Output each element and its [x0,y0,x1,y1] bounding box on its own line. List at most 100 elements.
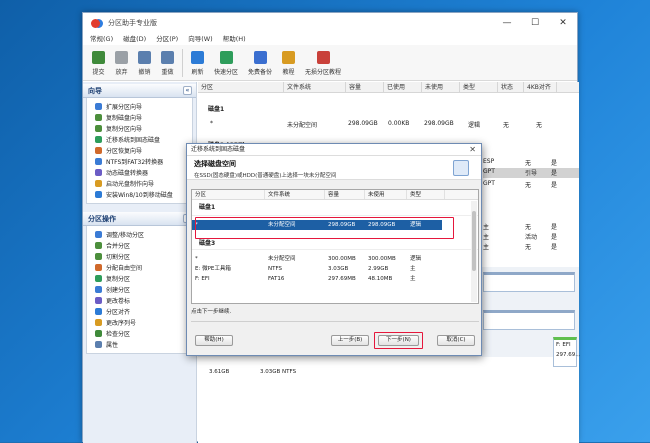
menu-partition[interactable]: 分区(P) [151,33,183,45]
disk-migrate-icon [453,160,469,176]
menu-bar: 常规(G) 磁盘(D) 分区(P) 向导(W) 帮助(H) [83,33,577,45]
help-button[interactable]: 帮助(H) [195,335,233,346]
op-check[interactable]: 检查分区 [87,328,192,339]
sidebar-item-extend-partition[interactable]: 扩展分区向导 [87,101,192,112]
wizard-icon [95,136,102,143]
disk-space-table: 分区 文件系统 容量 未使用 类型 磁盘1 * 未分配空间 298.09GB 2… [191,189,479,304]
minimize-button[interactable]: — [493,13,521,33]
op-icon [95,286,102,293]
op-icon [95,242,102,249]
dialog-disk1-label: 磁盘1 [192,200,478,216]
col-used[interactable]: 已使用 [384,82,422,92]
quick-partition-icon [219,50,233,64]
disk1-label: 磁盘1 [208,106,225,113]
sidebar-item-dynamic-disk[interactable]: 动态磁盘转换器 [87,167,192,178]
redo-icon [161,50,174,64]
wizard-icon [95,103,102,110]
op-copy[interactable]: 复制分区 [87,273,192,284]
dialog-status-text: 点击下一步继续. [191,309,232,315]
op-change-serial[interactable]: 更改序列号 [87,317,192,328]
back-button[interactable]: 上一步(B) [331,335,369,346]
sidebar-item-copy-partition[interactable]: 复制分区向导 [87,123,192,134]
app-logo-icon [91,18,100,28]
op-icon [95,231,102,238]
wizard-icon [95,125,102,132]
op-properties[interactable]: 属性 [87,339,192,350]
wizard-icon [95,114,102,121]
menu-disk[interactable]: 磁盘(D) [118,33,151,45]
disk2-partition-row[interactable]: GPT 引导是 [483,168,579,178]
tutorial-button[interactable]: 教程 [277,45,300,81]
sidebar-item-boot-cd[interactable]: 启动光盘制作向导 [87,178,192,189]
col-filesystem[interactable]: 文件系统 [284,82,346,92]
collapse-wizard-icon[interactable]: « [183,86,192,95]
dcol-type[interactable]: 类型 [407,190,445,199]
sidebar-item-ntfs-fat32[interactable]: NTFS到FAT32转换器 [87,156,192,167]
partition-table-header: 分区 文件系统 容量 已使用 未使用 类型 状态 4KB对齐 [198,82,579,93]
op-change-label[interactable]: 更改卷标 [87,295,192,306]
sidebar-item-migrate-os[interactable]: 迁移系统到固态磁盘 [87,134,192,145]
refresh-button[interactable]: 刷新 [186,45,209,81]
sidebar-item-windows-to-go[interactable]: 安装Win8/10到移动磁盘 [87,189,192,200]
op-icon [95,308,102,315]
col-partition[interactable]: 分区 [198,82,284,92]
dcol-capacity[interactable]: 容量 [325,190,365,199]
menu-help[interactable]: 帮助(H) [218,33,251,45]
dialog-heading: 选择磁盘空间 [194,160,236,168]
disk-space-table-header: 分区 文件系统 容量 未使用 类型 [192,190,478,200]
dialog-scrollbar[interactable] [471,201,477,302]
col-4k-align[interactable]: 4KB对齐 [524,82,557,92]
redo-button[interactable]: 重做 [156,45,179,81]
sidebar-item-partition-recovery[interactable]: 分区恢复向导 [87,145,192,156]
selected-row-highlight [195,217,454,239]
window-title: 分区助手专业版 [108,19,157,27]
menu-wizard[interactable]: 向导(W) [183,33,218,45]
toolbar: 提交 放弃 撤销 重做 刷新 快速分区 免费备份 教程 无损分区教程 [83,45,577,81]
op-icon [95,297,102,304]
maximize-button[interactable]: ☐ [521,13,549,33]
quick-partition-button[interactable]: 快速分区 [209,45,243,81]
op-merge[interactable]: 合并分区 [87,240,192,251]
undo-button[interactable]: 撤销 [133,45,156,81]
op-allocate-free-space[interactable]: 分配自由空间 [87,262,192,273]
commit-button[interactable]: 提交 [87,45,110,81]
disk-map-bar[interactable] [483,310,575,330]
dialog-subheading: 在SSD(固态硬盘)或HDD(普通硬盘)上选择一块未分配空间 [194,173,337,179]
scrollbar-thumb[interactable] [472,211,476,271]
dialog-row[interactable]: * 未分配空间 300.00MB 300.00MB 逻辑 [192,254,478,264]
ops-panel-header: 分区操作« [83,212,196,226]
disk1-partition-row[interactable]: * 未分配空间 298.09GB 0.00KB 298.09GB 逻辑 无 无 [198,120,579,130]
op-create[interactable]: 创建分区 [87,284,192,295]
dialog-row[interactable]: F: EFI FAT16 297.69MB 48.10MB 主 [192,274,478,284]
migrate-os-dialog: 迁移系统到固态磁盘 ✕ 选择磁盘空间 在SSD(固态硬盘)或HDD(普通硬盘)上选… [186,143,482,356]
cancel-button[interactable]: 取消(C) [437,335,475,346]
dialog-close-button[interactable]: ✕ [469,144,476,156]
dialog-row[interactable]: E: 微PE工具箱 NTFS 3.03GB 2.99GB 主 [192,264,478,274]
col-type[interactable]: 类型 [460,82,498,92]
sidebar-item-copy-disk[interactable]: 复制磁盘向导 [87,112,192,123]
op-icon [95,319,102,326]
col-status[interactable]: 状态 [498,82,524,92]
backup-button[interactable]: 免费备份 [243,45,277,81]
sidebar: 向导 « 扩展分区向导 复制磁盘向导 复制分区向导 迁移系统到固态磁盘 分区恢复向… [83,82,197,443]
title-bar: 分区助手专业版 — ☐ ✕ [83,13,577,33]
op-align[interactable]: 分区对齐 [87,306,192,317]
dcol-partition[interactable]: 分区 [192,190,265,199]
disk-size-label: 3.61GB [209,369,230,375]
close-button[interactable]: ✕ [549,13,577,33]
wizard-panel: 扩展分区向导 复制磁盘向导 复制分区向导 迁移系统到固态磁盘 分区恢复向导 NT… [86,98,193,204]
op-split[interactable]: 切割分区 [87,251,192,262]
disk-map-bar[interactable] [483,272,575,292]
wizard-icon [95,191,102,198]
backup-icon [253,50,267,64]
menu-general[interactable]: 常规(G) [85,33,118,45]
col-capacity[interactable]: 容量 [346,82,384,92]
op-resize-move[interactable]: 调整/移动分区 [87,229,192,240]
dialog-divider [191,321,479,322]
lossless-tutorial-button[interactable]: 无损分区教程 [300,45,346,81]
dcol-filesystem[interactable]: 文件系统 [265,190,325,199]
discard-button[interactable]: 放弃 [110,45,133,81]
partition-size-label: 3.03GB NTFS [260,369,297,375]
dcol-unused[interactable]: 未使用 [365,190,407,199]
col-unused[interactable]: 未使用 [422,82,460,92]
